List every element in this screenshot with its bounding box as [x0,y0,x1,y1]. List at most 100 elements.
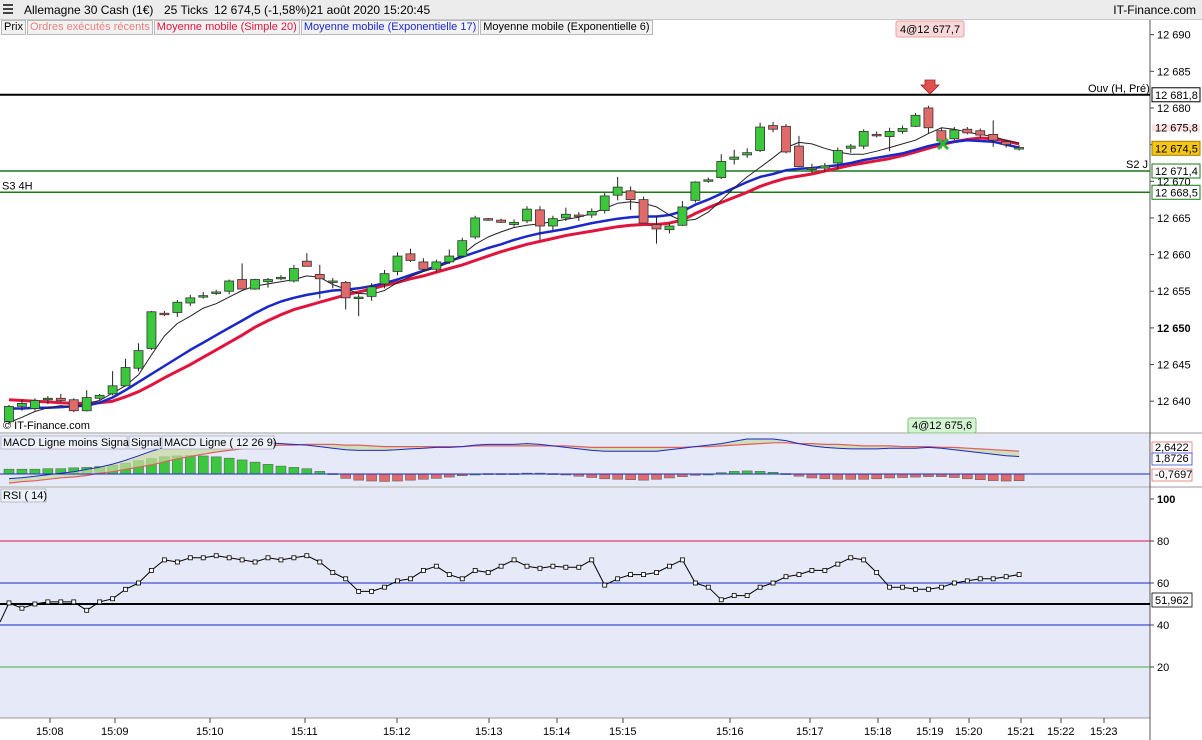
candle-up [858,131,869,147]
candle-down [159,312,170,316]
macd-histogram-bar [340,473,351,479]
candle-up [845,145,856,149]
rsi-point [45,599,51,605]
rsi-point [136,580,141,586]
rsi-point [6,600,12,606]
rsi-point [783,574,789,580]
legend-item-ema6[interactable]: Moyenne mobile (Exponentielle 6) [480,20,653,35]
rsi-point [84,607,90,613]
rsi-point [926,586,931,592]
rsi-point [667,563,672,569]
rsi-point [744,593,750,598]
macd-histogram-bar [42,468,54,475]
macd-histogram-bar [638,473,649,481]
macd-histogram-bar [275,465,287,475]
rsi-point [718,597,724,603]
rsi-point [757,584,763,590]
candle-up [107,385,118,395]
rsi-point [692,580,698,586]
order-tag-buy-label: 4@12 675,6 [912,420,972,432]
candle-down [923,107,934,129]
candle-up [703,179,714,182]
candle-up [431,261,442,270]
candle-up [185,297,196,304]
rsi-point [731,593,737,598]
candle-up [94,394,105,399]
macd-histogram-bar [651,473,662,480]
candle-down [496,219,507,223]
rsi-point [602,582,608,588]
macd-histogram-bar [858,473,869,480]
macd-histogram-bar [962,473,973,480]
candle-up [548,218,558,227]
candle-up [17,403,27,407]
rsi-point [161,557,167,563]
candle-up [599,195,610,212]
candle-down [573,214,584,217]
rsi-point [1016,572,1022,577]
candle-up [560,213,571,219]
legend-item-sma20[interactable]: Moyenne mobile (Simple 20) [153,20,300,35]
rsi-point [1003,574,1009,580]
rsi-point [770,580,776,586]
rsi-tick-label: 80 [1157,536,1169,548]
macd-histogram-bar [871,473,882,480]
rsi-point [848,555,854,561]
candle-up [470,217,481,238]
time-tick-label: 15:19 [916,726,944,738]
menu-icon[interactable] [3,4,13,16]
macd-legend-label: MACD Ligne ( 12 26 9) [164,437,277,449]
macd-histogram-bar [897,473,908,478]
time-tick-label: 15:13 [475,726,503,738]
candle-up [949,129,960,140]
candle-up [677,206,688,226]
time-tick-label: 15:15 [609,726,637,738]
macd-histogram-bar [664,473,675,479]
macd-histogram-bar [249,461,261,475]
chart-area[interactable]: 12 681,8Ouv (H, Pré)12 671,4S2 J12 668,5… [0,0,1202,740]
candle-down [651,224,662,230]
macd-histogram-bar [884,473,895,479]
candle-down [975,130,986,136]
rsi-point [654,570,659,575]
candle-down [68,399,79,412]
legend-item-price[interactable]: Prix [1,20,26,35]
candle-up [224,280,235,292]
macd-histogram-bar [223,457,235,475]
legend-item-orders[interactable]: Ordres exécutés récents [26,20,153,35]
candle-up [327,280,338,283]
candle-up [509,221,519,225]
macd-histogram-bar [405,473,416,481]
macd-histogram-bar [975,473,986,480]
price-tick-label: 12 690 [1157,30,1191,42]
time-tick-label: 15:18 [864,726,892,738]
time-tick-label: 15:20 [955,726,983,738]
legend-item-ema17[interactable]: Moyenne mobile (Exponentielle 17) [300,20,480,35]
title-bar: Allemagne 30 Cash (1€) 25 Ticks 12 674,5… [0,0,1202,20]
rsi-point [317,559,323,565]
rsi-point [563,564,569,570]
candle-up [392,255,403,272]
macd-histogram-bar [806,473,818,479]
macd-histogram-bar [949,473,960,478]
watermark: © IT-Finance.com [3,420,90,432]
candle-down [1001,141,1012,146]
rsi-point [874,570,880,575]
macd-histogram-bar [29,468,41,475]
rsi-point [485,570,491,575]
candle-up [276,276,286,280]
quote-datetime: 21 août 2020 15:20:45 [310,3,431,17]
macd-histogram-bar [1013,473,1025,482]
candle-up [288,268,299,282]
rsi-point [990,576,996,582]
rsi-point [964,578,970,584]
rsi-point [835,561,841,567]
candle-down [625,190,636,201]
rsi-point [511,557,517,563]
candle-up [29,400,40,409]
price-axis: 12 640 12 645 12 650 12 655 12 660 12 665 12 6… [1150,30,1191,408]
time-tick-label: 15:22 [1047,726,1075,738]
candle-up [457,240,468,257]
candle-up [379,273,390,285]
tick-setting[interactable]: 25 Ticks [164,3,208,17]
